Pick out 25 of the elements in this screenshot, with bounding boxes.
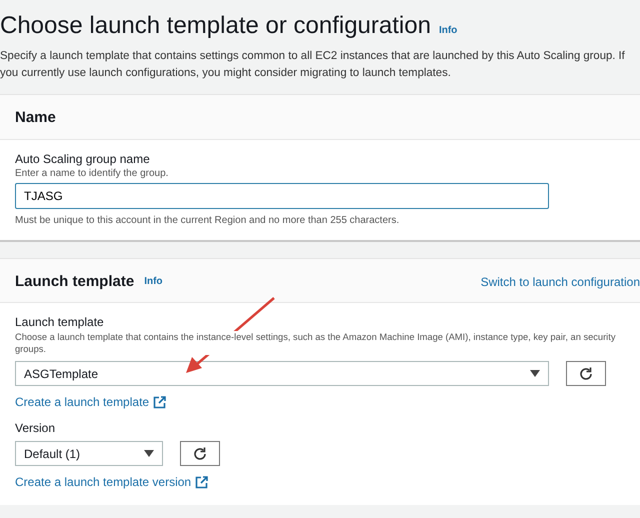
- field-label: Launch template: [15, 315, 105, 329]
- template-select[interactable]: ASGTemplate: [15, 361, 549, 386]
- version-select[interactable]: Default (1): [15, 441, 163, 466]
- switch-link[interactable]: Switch to launch configuration: [480, 274, 640, 288]
- refresh-button[interactable]: [566, 361, 606, 386]
- field-label: Version: [15, 421, 56, 435]
- field-label: Auto Scaling group name: [15, 152, 151, 166]
- refresh-icon: [578, 366, 594, 382]
- field-constraint: Must be unique to this account in the current Region and no more than 255 characters.: [15, 215, 400, 226]
- create-version-link[interactable]: Create a launch template version: [15, 475, 208, 489]
- external-link-icon: [153, 396, 166, 408]
- page-title: Choose launch template or configuration: [0, 12, 431, 40]
- info-link[interactable]: Info: [438, 25, 458, 36]
- caret-icon: [144, 450, 154, 457]
- refresh-icon: [192, 446, 208, 462]
- info-link[interactable]: Info: [144, 276, 163, 287]
- input-field[interactable]: TJASG: [15, 183, 549, 209]
- section-title: Launch template: [15, 273, 134, 290]
- page-description: Specify a launch template that contains settings common to all EC2 instances that are launched by this Auto Scaling group. If you currently use launch configurations, you might consider migrating to launch templates.: [0, 49, 626, 81]
- refresh-button[interactable]: [180, 441, 220, 466]
- section-title: Name: [15, 109, 56, 126]
- caret-icon: [530, 370, 540, 377]
- field-hint: Enter a name to identify the group.: [15, 168, 170, 179]
- create-template-link[interactable]: Create a launch template: [15, 395, 166, 409]
- external-link-icon: [195, 476, 208, 488]
